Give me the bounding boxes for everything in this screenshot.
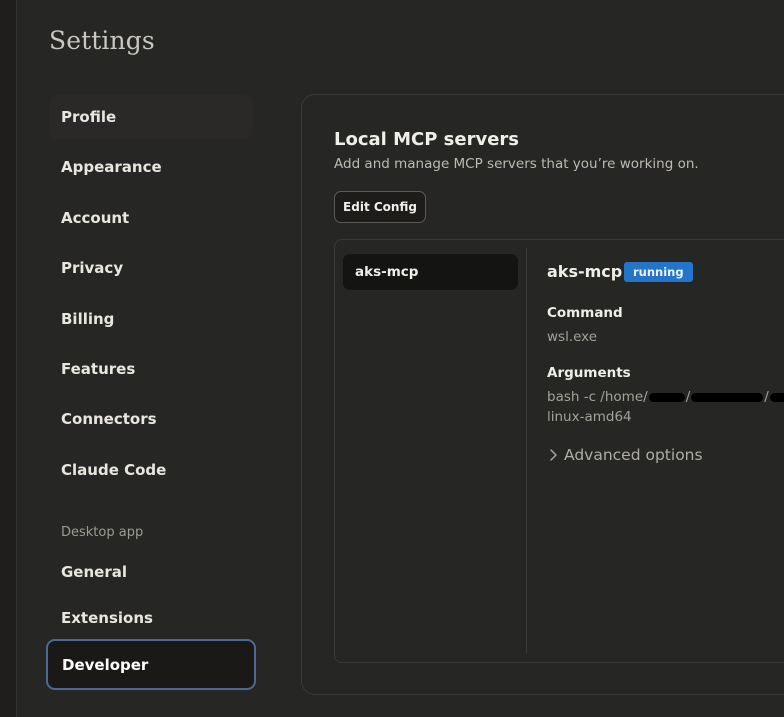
sidebar-item-billing[interactable]: Billing xyxy=(49,297,253,341)
app-left-rail xyxy=(0,0,17,717)
sidebar-item-extensions[interactable]: Extensions xyxy=(49,596,253,640)
arguments-label: Arguments xyxy=(547,365,631,381)
servers-divider xyxy=(526,248,527,654)
status-badge: running xyxy=(624,262,693,282)
server-detail-name: aks-mcp xyxy=(547,262,623,281)
page-title: Settings xyxy=(49,26,155,55)
sidebar-item-general[interactable]: General xyxy=(49,550,253,594)
redaction-mark xyxy=(769,392,784,402)
command-label: Command xyxy=(547,305,623,321)
sidebar-item-account[interactable]: Account xyxy=(49,196,253,240)
edit-config-button[interactable]: Edit Config xyxy=(334,191,426,223)
sidebar-item-appearance[interactable]: Appearance xyxy=(49,145,253,189)
arguments-value-line1: bash -c /home// / xyxy=(547,389,784,405)
redaction-mark xyxy=(648,392,685,402)
sidebar-item-privacy[interactable]: Privacy xyxy=(49,246,253,290)
sidebar-item-features[interactable]: Features xyxy=(49,347,253,391)
advanced-options-label: Advanced options xyxy=(564,446,703,464)
advanced-options-toggle[interactable]: Advanced options xyxy=(549,446,703,464)
server-list-item-aks-mcp[interactable]: aks-mcp xyxy=(343,254,518,290)
arguments-value-line2: linux-amd64 xyxy=(547,409,632,425)
sidebar-section-label: Desktop app xyxy=(61,525,144,540)
sidebar-item-developer[interactable]: Developer xyxy=(46,639,256,690)
redaction-mark xyxy=(691,392,764,402)
section-title: Local MCP servers xyxy=(334,129,520,150)
arguments-prefix: bash -c /home/ xyxy=(547,389,648,405)
sidebar-item-connectors[interactable]: Connectors xyxy=(49,397,253,441)
settings-window: Settings Profile Appearance Account Priv… xyxy=(0,0,784,717)
command-value: wsl.exe xyxy=(547,329,598,345)
section-subtitle: Add and manage MCP servers that you’re w… xyxy=(334,156,699,172)
sidebar-item-claude-code[interactable]: Claude Code xyxy=(49,448,253,492)
sidebar-item-profile[interactable]: Profile xyxy=(49,95,253,139)
chevron-right-icon xyxy=(550,449,557,461)
